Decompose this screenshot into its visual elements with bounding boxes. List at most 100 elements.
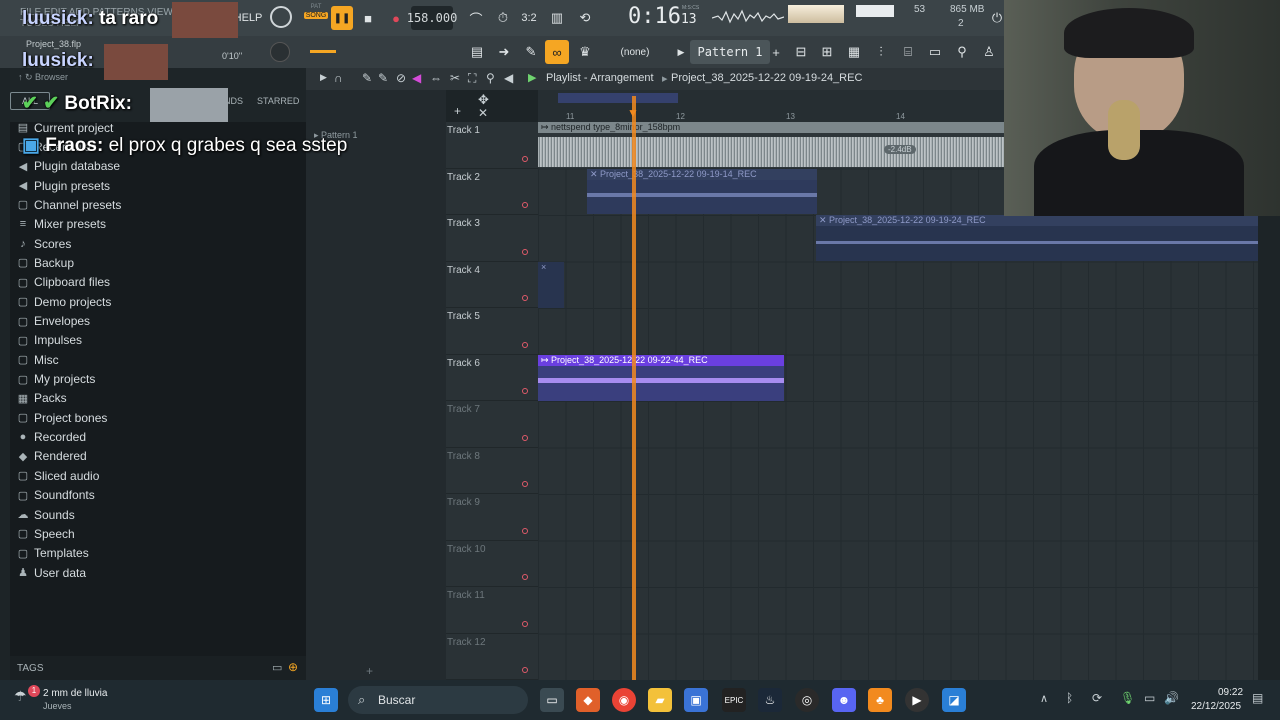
play-arrow-icon[interactable]: ▶ — [528, 71, 536, 84]
browser-item[interactable]: ▢ Sliced audio — [16, 466, 100, 485]
slice-icon[interactable]: ✂ — [450, 71, 460, 85]
track-header[interactable]: Track 1 — [446, 122, 538, 169]
browser-item[interactable]: ▦ Packs — [16, 389, 67, 408]
mic-icon[interactable]: 🎙 — [1120, 691, 1135, 705]
track-header[interactable]: Track 5 — [446, 308, 538, 355]
tempo-display[interactable]: 158.000 — [407, 6, 457, 30]
help-menu[interactable]: HELP — [234, 6, 263, 30]
channel-select[interactable]: (none) — [600, 40, 670, 64]
bluetooth-icon[interactable]: ᛒ — [1066, 691, 1073, 705]
paint-icon[interactable]: ✎ — [378, 71, 388, 85]
record-arm-icon[interactable] — [522, 481, 528, 487]
browser-item[interactable]: ◆ Rendered — [16, 447, 87, 466]
playlist-view-icon[interactable]: ⊟ — [790, 40, 812, 64]
record-arm-icon[interactable] — [522, 248, 528, 255]
help-person-icon[interactable]: ♙ — [978, 40, 1000, 64]
app-icon[interactable]: ◪ — [942, 688, 966, 712]
track-header[interactable]: Track 7 — [446, 401, 538, 448]
audio-clip[interactable]: ✕ Project_38_2025-12-22 09-19-14_REC — [587, 169, 817, 214]
track-header[interactable]: Track 10 — [446, 541, 538, 587]
browser-item[interactable]: ♪ Scores — [16, 234, 71, 253]
browser-item[interactable]: ▢ Envelopes — [16, 312, 90, 331]
zoom-icon[interactable]: ⚲ — [486, 71, 495, 85]
piano-roll-icon[interactable]: ⊞ — [816, 40, 838, 64]
file-explorer-icon[interactable]: ▰ — [648, 688, 672, 712]
record-arm-icon[interactable] — [522, 434, 528, 441]
network-icon[interactable]: ▭ — [1144, 691, 1155, 705]
obs-icon[interactable]: ◎ — [795, 688, 819, 712]
mixer-icon[interactable]: ⫶ — [870, 40, 892, 64]
select-icon[interactable]: ⛶ — [468, 71, 476, 86]
browser-item[interactable]: ◀ Plugin presets — [16, 176, 110, 195]
record-arm-icon[interactable] — [522, 388, 528, 394]
browser-item[interactable]: ● Recorded — [16, 428, 86, 447]
browser-item[interactable]: ▢ Backup — [16, 253, 74, 272]
countdown-icon[interactable]: 3:2 — [518, 6, 540, 30]
browser-item[interactable]: ▢ Templates — [16, 544, 89, 563]
search-box[interactable]: ⌕ Buscar — [348, 686, 528, 714]
epic-games-icon[interactable]: EPIC — [722, 688, 746, 712]
add-icon[interactable]: + — [366, 664, 373, 678]
playhead[interactable] — [632, 96, 636, 680]
track-header[interactable]: Track 12 — [446, 634, 538, 680]
tab-starred[interactable]: STARRED — [257, 96, 299, 106]
record-arm-icon[interactable] — [522, 667, 528, 673]
browser-item[interactable]: ☁ Sounds — [16, 505, 75, 524]
track-header[interactable]: Track 11 — [446, 587, 538, 634]
wait-icon[interactable]: ⏱ — [492, 6, 514, 30]
track-header[interactable]: Track 9 — [446, 494, 538, 541]
track-header[interactable]: Track 4 — [446, 262, 538, 308]
audio-clip[interactable]: ↦ Project_38_2025-12-22 09-22-44_REC — [538, 355, 784, 401]
triangle-right-icon[interactable]: ▶ — [676, 40, 686, 64]
brush-icon[interactable]: ✎ — [520, 40, 542, 64]
pitch-slider[interactable] — [310, 50, 336, 53]
record-icon[interactable]: ● — [386, 6, 406, 30]
metronome-icon[interactable]: ⌒ — [465, 6, 487, 30]
add-pattern-icon[interactable]: + — [770, 40, 782, 64]
browser-item[interactable]: ≡ Mixer presets — [16, 215, 106, 234]
channel-rack-icon[interactable]: ▦ — [843, 40, 865, 64]
chevron-up-icon[interactable]: ∧ — [1040, 692, 1048, 705]
slip-icon[interactable]: ⇔ — [430, 71, 442, 85]
record-arm-icon[interactable] — [522, 574, 528, 580]
pattern-selector[interactable]: Pattern 1 — [690, 40, 770, 64]
browser-item[interactable]: ▢ My projects — [16, 370, 96, 389]
windows-start-icon[interactable]: ⊞ — [314, 688, 338, 712]
clock-date[interactable]: 22/12/2025 — [1191, 701, 1241, 712]
step-edit-icon[interactable]: ▥ — [546, 6, 568, 30]
record-arm-icon[interactable] — [522, 341, 528, 348]
browser-item[interactable]: ▢ Misc — [16, 350, 59, 369]
playlist-icon[interactable]: ▤ — [466, 40, 488, 64]
master-volume-knob[interactable] — [270, 6, 292, 28]
browser-item[interactable]: ▢ Project bones — [16, 408, 108, 427]
pitch-knob[interactable] — [270, 42, 290, 62]
clock-time[interactable]: 09:22 — [1218, 687, 1243, 698]
weather-icon[interactable]: ☂ — [14, 688, 27, 705]
track-header[interactable]: Track 3 — [446, 215, 538, 262]
browser-item[interactable]: ▢ Impulses — [16, 331, 82, 350]
audio-clip[interactable]: ✕ Project_38_2025-12-22 09-19-24_REC — [816, 215, 1258, 261]
browser-item[interactable]: ♟ User data — [16, 563, 86, 582]
track-header[interactable]: Track 2 — [446, 169, 538, 215]
media-player-icon[interactable]: ▶ — [905, 688, 929, 712]
browser-item[interactable]: ▢ Channel presets — [16, 195, 122, 214]
audio-clip[interactable]: ↦ nettspend type_8minor_158bpm -2.4dB — [538, 122, 1004, 168]
chrome-icon[interactable]: ◉ — [612, 688, 636, 712]
browser-item[interactable]: ▢ Soundfonts — [16, 486, 95, 505]
stamp-icon[interactable]: ♛ — [574, 40, 596, 64]
stop-icon[interactable]: ■ — [358, 6, 378, 30]
mute-icon[interactable]: ◀ — [412, 71, 421, 85]
pat-song-toggle[interactable]: PAT SONG — [304, 4, 328, 30]
fl-studio-icon[interactable]: ♣ — [868, 688, 892, 712]
record-arm-icon[interactable] — [522, 295, 528, 301]
weather-title[interactable]: 2 mm de lluvia — [43, 688, 107, 699]
speaker-icon[interactable]: ◀ — [504, 71, 513, 85]
project-info-icon[interactable]: ▭ — [924, 40, 946, 64]
track-header[interactable]: Track 8 — [446, 448, 538, 494]
task-view-icon[interactable]: ▭ — [540, 688, 564, 712]
browser-toggle-icon[interactable]: ⌸ — [897, 40, 919, 64]
record-arm-icon[interactable] — [522, 527, 528, 534]
store-icon[interactable]: ▣ — [684, 688, 708, 712]
close-icon[interactable]: ✕ — [478, 106, 488, 120]
browser-item[interactable]: ▢ Clipboard files — [16, 273, 110, 292]
